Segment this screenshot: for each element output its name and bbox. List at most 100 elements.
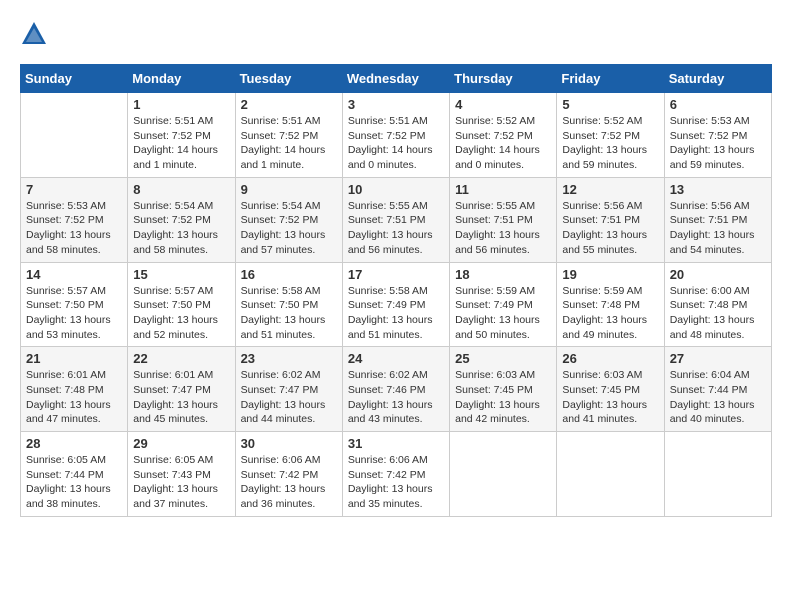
day-number: 8	[133, 182, 229, 197]
day-info: Sunrise: 6:05 AMSunset: 7:43 PMDaylight:…	[133, 453, 229, 512]
calendar-week-row: 1Sunrise: 5:51 AMSunset: 7:52 PMDaylight…	[21, 93, 772, 178]
logo-icon	[20, 20, 48, 48]
weekday-header-sunday: Sunday	[21, 65, 128, 93]
calendar-cell: 18Sunrise: 5:59 AMSunset: 7:49 PMDayligh…	[450, 262, 557, 347]
calendar-cell: 3 Sunrise: 5:51 AMSunset: 7:52 PMDaylight…	[342, 93, 449, 178]
day-number: 29	[133, 436, 229, 451]
weekday-header-tuesday: Tuesday	[235, 65, 342, 93]
day-number: 2	[241, 97, 337, 112]
weekday-header-saturday: Saturday	[664, 65, 771, 93]
calendar-cell: 17 Sunrise: 5:58 AMSunset: 7:49 PMDayligh…	[342, 262, 449, 347]
calendar-header-row: SundayMondayTuesdayWednesdayThursdayFrid…	[21, 65, 772, 93]
day-number: 4	[455, 97, 551, 112]
calendar-cell	[664, 432, 771, 517]
calendar-week-row: 21 Sunrise: 6:01 AMSunset: 7:48 PMDayligh…	[21, 347, 772, 432]
calendar-cell: 28 Sunrise: 6:05 AMSunset: 7:44 PMDayligh…	[21, 432, 128, 517]
calendar-table: SundayMondayTuesdayWednesdayThursdayFrid…	[20, 64, 772, 517]
day-number: 15	[133, 267, 229, 282]
weekday-header-monday: Monday	[128, 65, 235, 93]
calendar-cell: 27 Sunrise: 6:04 AMSunset: 7:44 PMDayligh…	[664, 347, 771, 432]
day-number: 19	[562, 267, 658, 282]
calendar-cell: 31 Sunrise: 6:06 AMSunset: 7:42 PMDayligh…	[342, 432, 449, 517]
weekday-header-friday: Friday	[557, 65, 664, 93]
day-info: Sunrise: 6:05 AMSunset: 7:44 PMDaylight:…	[26, 453, 122, 512]
day-info: Sunrise: 6:04 AMSunset: 7:44 PMDaylight:…	[670, 368, 766, 427]
day-number: 3	[348, 97, 444, 112]
calendar-week-row: 14 Sunrise: 5:57 AMSunset: 7:50 PMDayligh…	[21, 262, 772, 347]
day-info: Sunrise: 5:52 AMSunset: 7:52 PMDaylight:…	[455, 114, 551, 173]
calendar-cell: 6 Sunrise: 5:53 AMSunset: 7:52 PMDaylight…	[664, 93, 771, 178]
day-number: 7	[26, 182, 122, 197]
day-info: Sunrise: 5:51 AMSunset: 7:52 PMDaylight:…	[133, 114, 229, 173]
calendar-week-row: 28 Sunrise: 6:05 AMSunset: 7:44 PMDayligh…	[21, 432, 772, 517]
day-info: Sunrise: 6:01 AMSunset: 7:48 PMDaylight:…	[26, 368, 122, 427]
day-info: Sunrise: 5:56 AMSunset: 7:51 PMDaylight:…	[670, 199, 766, 258]
calendar-cell	[450, 432, 557, 517]
calendar-cell: 22 Sunrise: 6:01 AMSunset: 7:47 PMDayligh…	[128, 347, 235, 432]
calendar-cell: 2 Sunrise: 5:51 AMSunset: 7:52 PMDaylight…	[235, 93, 342, 178]
day-number: 30	[241, 436, 337, 451]
day-info: Sunrise: 6:01 AMSunset: 7:47 PMDaylight:…	[133, 368, 229, 427]
day-number: 14	[26, 267, 122, 282]
day-info: Sunrise: 5:58 AMSunset: 7:50 PMDaylight:…	[241, 284, 337, 343]
day-info: Sunrise: 5:53 AMSunset: 7:52 PMDaylight:…	[670, 114, 766, 173]
day-number: 20	[670, 267, 766, 282]
day-number: 13	[670, 182, 766, 197]
calendar-cell: 12 Sunrise: 5:56 AMSunset: 7:51 PMDayligh…	[557, 177, 664, 262]
day-number: 23	[241, 351, 337, 366]
day-info: Sunrise: 6:02 AMSunset: 7:46 PMDaylight:…	[348, 368, 444, 427]
day-number: 6	[670, 97, 766, 112]
day-info: Sunrise: 5:56 AMSunset: 7:51 PMDaylight:…	[562, 199, 658, 258]
day-info: Sunrise: 5:57 AMSunset: 7:50 PMDaylight:…	[133, 284, 229, 343]
calendar-cell: 15 Sunrise: 5:57 AMSunset: 7:50 PMDayligh…	[128, 262, 235, 347]
calendar-cell: 25 Sunrise: 6:03 AMSunset: 7:45 PMDayligh…	[450, 347, 557, 432]
day-number: 25	[455, 351, 551, 366]
calendar-cell	[557, 432, 664, 517]
day-info: Sunrise: 5:52 AMSunset: 7:52 PMDaylight:…	[562, 114, 658, 173]
day-number: 17	[348, 267, 444, 282]
day-info: Sunrise: 6:00 AMSunset: 7:48 PMDaylight:…	[670, 284, 766, 343]
day-info: Sunrise: 5:55 AMSunset: 7:51 PMDaylight:…	[348, 199, 444, 258]
day-info: Sunrise: 5:51 AMSunset: 7:52 PMDaylight:…	[348, 114, 444, 173]
weekday-header-wednesday: Wednesday	[342, 65, 449, 93]
day-info: Sunrise: 6:03 AMSunset: 7:45 PMDaylight:…	[562, 368, 658, 427]
day-number: 11	[455, 182, 551, 197]
calendar-cell: 13 Sunrise: 5:56 AMSunset: 7:51 PMDayligh…	[664, 177, 771, 262]
calendar-cell: 1Sunrise: 5:51 AMSunset: 7:52 PMDaylight…	[128, 93, 235, 178]
day-info: Sunrise: 6:03 AMSunset: 7:45 PMDaylight:…	[455, 368, 551, 427]
day-number: 10	[348, 182, 444, 197]
calendar-cell: 29 Sunrise: 6:05 AMSunset: 7:43 PMDayligh…	[128, 432, 235, 517]
day-info: Sunrise: 5:57 AMSunset: 7:50 PMDaylight:…	[26, 284, 122, 343]
calendar-cell: 24 Sunrise: 6:02 AMSunset: 7:46 PMDayligh…	[342, 347, 449, 432]
calendar-cell	[21, 93, 128, 178]
day-info: Sunrise: 5:54 AMSunset: 7:52 PMDaylight:…	[241, 199, 337, 258]
calendar-cell: 7Sunrise: 5:53 AMSunset: 7:52 PMDaylight…	[21, 177, 128, 262]
day-number: 31	[348, 436, 444, 451]
calendar-cell: 23 Sunrise: 6:02 AMSunset: 7:47 PMDayligh…	[235, 347, 342, 432]
calendar-cell: 8 Sunrise: 5:54 AMSunset: 7:52 PMDaylight…	[128, 177, 235, 262]
weekday-header-thursday: Thursday	[450, 65, 557, 93]
calendar-cell: 19 Sunrise: 5:59 AMSunset: 7:48 PMDayligh…	[557, 262, 664, 347]
calendar-cell: 14 Sunrise: 5:57 AMSunset: 7:50 PMDayligh…	[21, 262, 128, 347]
day-info: Sunrise: 5:54 AMSunset: 7:52 PMDaylight:…	[133, 199, 229, 258]
day-info: Sunrise: 5:58 AMSunset: 7:49 PMDaylight:…	[348, 284, 444, 343]
day-info: Sunrise: 5:59 AMSunset: 7:49 PMDaylight:…	[455, 284, 551, 343]
day-number: 24	[348, 351, 444, 366]
day-number: 28	[26, 436, 122, 451]
calendar-cell: 26 Sunrise: 6:03 AMSunset: 7:45 PMDayligh…	[557, 347, 664, 432]
calendar-cell: 5Sunrise: 5:52 AMSunset: 7:52 PMDaylight…	[557, 93, 664, 178]
day-number: 12	[562, 182, 658, 197]
day-number: 26	[562, 351, 658, 366]
day-info: Sunrise: 6:06 AMSunset: 7:42 PMDaylight:…	[348, 453, 444, 512]
day-number: 27	[670, 351, 766, 366]
calendar-cell: 16Sunrise: 5:58 AMSunset: 7:50 PMDayligh…	[235, 262, 342, 347]
day-info: Sunrise: 5:51 AMSunset: 7:52 PMDaylight:…	[241, 114, 337, 173]
day-info: Sunrise: 5:59 AMSunset: 7:48 PMDaylight:…	[562, 284, 658, 343]
day-info: Sunrise: 6:02 AMSunset: 7:47 PMDaylight:…	[241, 368, 337, 427]
logo	[20, 20, 52, 48]
calendar-cell: 9Sunrise: 5:54 AMSunset: 7:52 PMDaylight…	[235, 177, 342, 262]
day-number: 22	[133, 351, 229, 366]
calendar-cell: 21 Sunrise: 6:01 AMSunset: 7:48 PMDayligh…	[21, 347, 128, 432]
day-info: Sunrise: 5:55 AMSunset: 7:51 PMDaylight:…	[455, 199, 551, 258]
day-number: 21	[26, 351, 122, 366]
